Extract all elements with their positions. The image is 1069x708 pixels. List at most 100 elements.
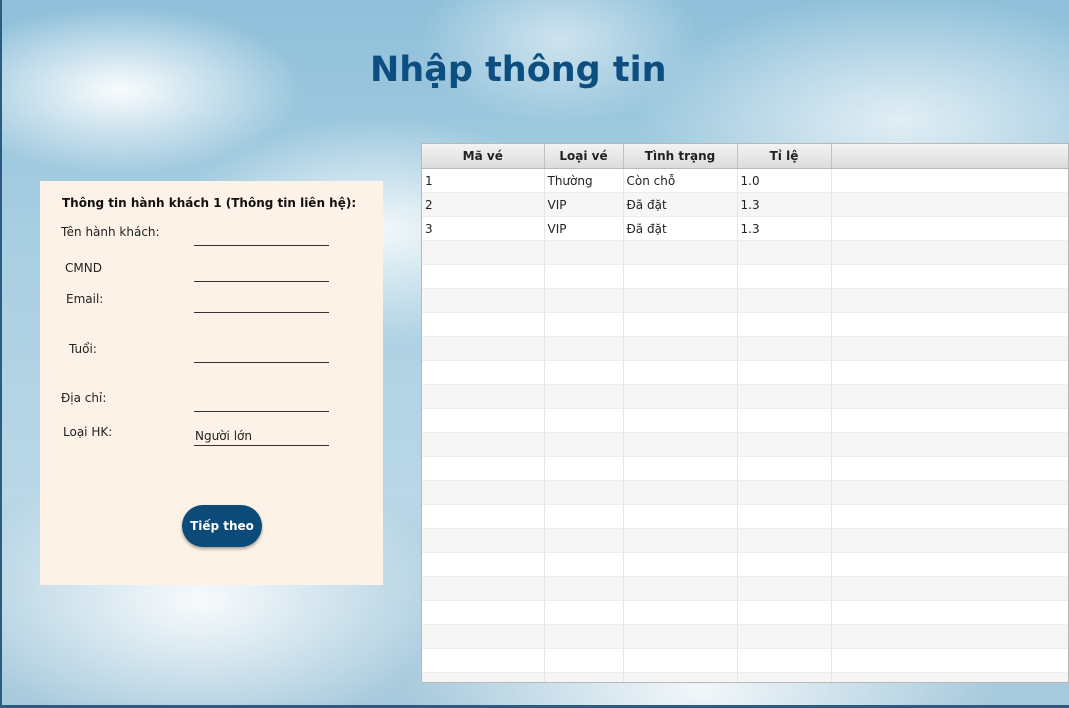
table-cell-ticket-type [544,384,624,409]
column-header-ratio[interactable]: Tỉ lệ [737,144,832,169]
table-cell-status [623,384,738,409]
ticket-table[interactable]: Mã vé Loại vé Tình trạng Tỉ lệ 1 Thường Cò… [421,143,1069,683]
table-cell-ratio: 1.3 [737,216,832,241]
table-cell-ticket-type [544,576,624,601]
email-label: Email: [66,292,104,306]
table-cell-ratio [737,408,832,433]
address-label: Địa chỉ: [61,391,107,405]
column-header-ticket-code[interactable]: Mã vé [422,144,545,169]
table-cell-status [623,336,738,361]
table-cell-status: Còn chỗ [623,168,738,193]
table-cell-ticket-type [544,504,624,529]
table-cell-filler [831,672,1068,682]
table-cell-status [623,264,738,289]
id-input[interactable] [194,262,329,282]
table-cell-ratio [737,432,832,457]
table-cell-ticket-code: 3 [422,216,545,241]
table-cell-status [623,672,738,682]
table-row[interactable] [422,480,1068,505]
table-cell-ratio [737,480,832,505]
table-cell-ratio [737,576,832,601]
table-row[interactable] [422,312,1068,337]
table-cell-ratio [737,456,832,481]
column-header-filler [831,144,1068,169]
table-row[interactable]: 2 VIP Đã đặt 1.3 [422,192,1068,217]
table-row[interactable]: 1 Thường Còn chỗ 1.0 [422,168,1068,193]
page-title: Nhập thông tin [370,50,667,90]
table-cell-ratio [737,672,832,682]
address-input[interactable] [194,392,329,412]
table-row[interactable] [422,576,1068,601]
passenger-type-label: Loại HK: [63,425,113,439]
table-cell-status [623,360,738,385]
table-cell-ticket-type [544,672,624,682]
table-cell-filler [831,360,1068,385]
table-cell-status [623,288,738,313]
table-cell-ticket-code [422,288,545,313]
table-row[interactable] [422,456,1068,481]
table-row[interactable] [422,528,1068,553]
table-cell-ratio [737,312,832,337]
table-cell-ticket-code [422,312,545,337]
table-cell-ticket-code [422,576,545,601]
table-cell-ticket-code [422,528,545,553]
table-cell-ticket-code [422,432,545,457]
table-body: 1 Thường Còn chỗ 1.0 2 VIP Đã đặt 1.3 3 VIP Đã đặt… [422,168,1068,682]
id-label: CMND [65,261,102,275]
table-row[interactable] [422,624,1068,649]
table-cell-ratio [737,528,832,553]
table-row[interactable] [422,672,1068,682]
table-row[interactable] [422,504,1068,529]
table-cell-ticket-code [422,456,545,481]
next-button[interactable]: Tiếp theo [182,505,262,547]
table-cell-ticket-type [544,480,624,505]
table-cell-ticket-code [422,648,545,673]
table-row[interactable] [422,408,1068,433]
age-input[interactable] [194,343,329,363]
table-row[interactable] [422,600,1068,625]
table-row[interactable] [422,240,1068,265]
table-cell-ticket-type: VIP [544,192,624,217]
table-cell-ticket-type [544,240,624,265]
column-header-ticket-type[interactable]: Loại vé [544,144,624,169]
table-cell-ticket-code [422,264,545,289]
table-cell-filler [831,456,1068,481]
table-cell-status [623,528,738,553]
table-cell-filler [831,168,1068,193]
table-row[interactable] [422,552,1068,577]
table-cell-ratio [737,600,832,625]
table-cell-filler [831,648,1068,673]
table-cell-ticket-type: VIP [544,216,624,241]
table-row[interactable] [422,648,1068,673]
table-cell-ticket-code [422,672,545,682]
table-row[interactable] [422,432,1068,457]
passenger-type-input[interactable] [194,426,329,446]
table-row[interactable] [422,384,1068,409]
table-row[interactable]: 3 VIP Đã đặt 1.3 [422,216,1068,241]
table-row[interactable] [422,288,1068,313]
table-cell-ticket-code [422,600,545,625]
table-cell-filler [831,312,1068,337]
table-cell-status [623,624,738,649]
table-cell-ticket-type [544,288,624,313]
table-cell-ticket-type [544,336,624,361]
table-cell-ticket-code [422,384,545,409]
table-cell-status: Đã đặt [623,192,738,217]
table-row[interactable] [422,264,1068,289]
name-input[interactable] [194,226,329,246]
table-cell-ticket-type [544,528,624,553]
column-header-status[interactable]: Tình trạng [623,144,738,169]
table-row[interactable] [422,336,1068,361]
table-cell-status: Đã đặt [623,216,738,241]
table-cell-status [623,240,738,265]
table-cell-ratio [737,240,832,265]
table-cell-filler [831,240,1068,265]
table-cell-ratio [737,648,832,673]
email-input[interactable] [194,293,329,313]
table-row[interactable] [422,360,1068,385]
table-cell-ratio [737,288,832,313]
table-cell-ratio [737,504,832,529]
table-cell-status [623,456,738,481]
table-cell-ticket-type: Thường [544,168,624,193]
table-cell-ratio: 1.3 [737,192,832,217]
